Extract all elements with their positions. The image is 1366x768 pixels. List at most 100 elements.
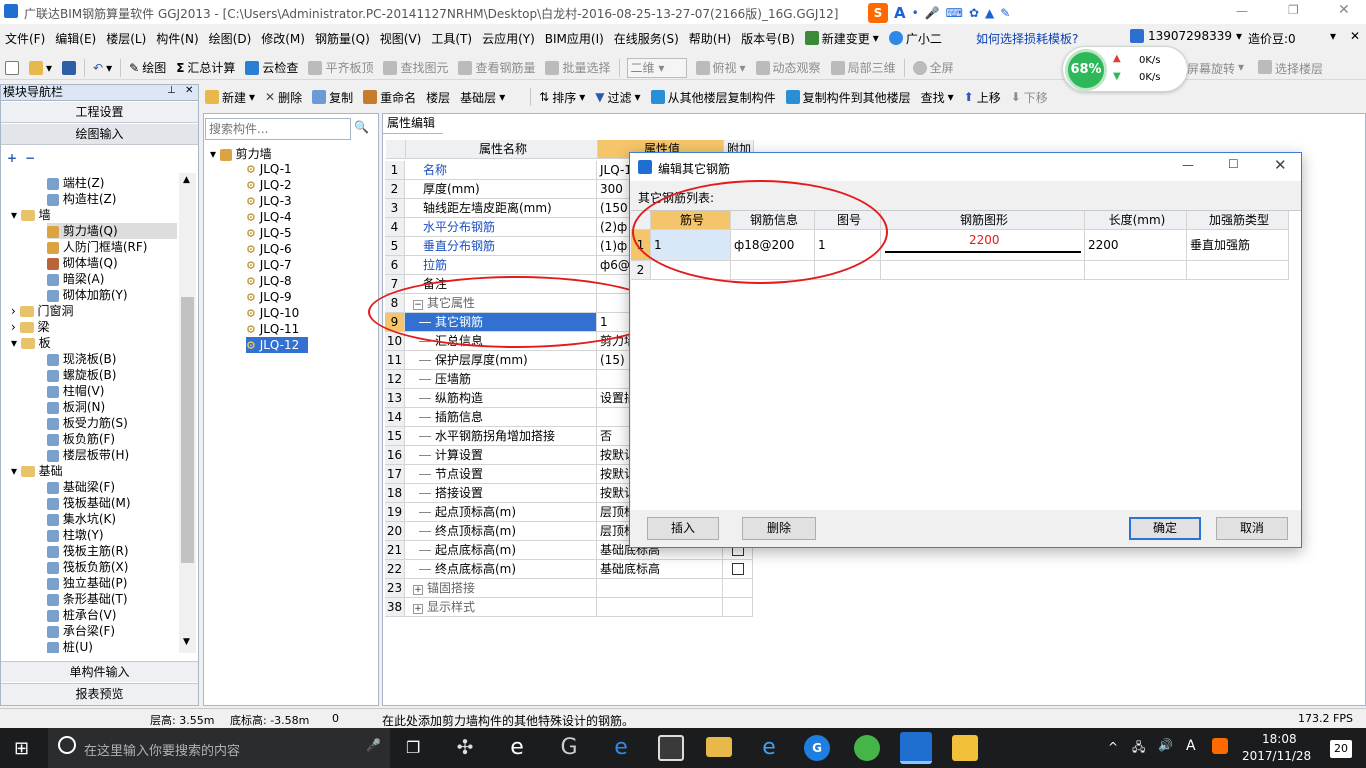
prop-name-cell[interactable]: 拉筋 xyxy=(405,256,597,275)
edge-icon[interactable]: e xyxy=(608,735,634,761)
nav-item[interactable]: 条形基础(T) xyxy=(47,591,128,607)
rebar-type-cell[interactable]: 垂直加强筋 xyxy=(1187,230,1289,261)
component-item-selected[interactable]: ⚙ JLQ-12 xyxy=(246,337,308,353)
rebar-fig-cell[interactable]: 1 xyxy=(815,230,881,261)
prop-name-cell[interactable]: + 显示样式 xyxy=(405,598,597,617)
ime-dot-icon[interactable]: • xyxy=(912,6,919,20)
dialog-minimize-button[interactable]: — xyxy=(1182,158,1194,172)
tray-network-icon[interactable]: 🖧 xyxy=(1132,738,1145,759)
nav-item[interactable]: 承台梁(F) xyxy=(47,623,115,639)
component-search-input[interactable] xyxy=(205,118,351,140)
prop-name-cell[interactable]: 插筋信息 xyxy=(405,408,597,427)
local-3d-button[interactable]: 局部三维 xyxy=(826,57,901,79)
cancel-button[interactable]: 取消 xyxy=(1216,517,1288,540)
rename-button[interactable]: 重命名 xyxy=(358,86,421,108)
task-view-icon[interactable]: ❐ xyxy=(406,738,420,757)
tray-time[interactable]: 18:08 xyxy=(1262,732,1297,746)
menu-floor[interactable]: 楼层(L) xyxy=(101,27,151,49)
select-floor-button[interactable]: 选择楼层 xyxy=(1258,60,1323,77)
menu-bim[interactable]: BIM应用(I) xyxy=(540,27,609,49)
menu-view[interactable]: 视图(V) xyxy=(375,27,427,49)
nav-item[interactable]: 构造柱(Z) xyxy=(47,191,116,207)
nav-item[interactable]: 筏板基础(M) xyxy=(47,495,131,511)
prop-name-cell[interactable]: 压墙筋 xyxy=(405,370,597,389)
scroll-down-icon[interactable]: ▼ xyxy=(183,637,190,647)
nav-item[interactable]: 楼层板带(H) xyxy=(47,447,129,463)
prop-name-cell[interactable]: 终点顶标高(m) xyxy=(405,522,597,541)
nav-folder[interactable]: › 门窗洞 xyxy=(11,303,73,319)
menu-file[interactable]: 文件(F) xyxy=(0,27,50,49)
nav-folder[interactable]: ▾ 板 xyxy=(11,335,51,351)
nav-item[interactable]: 板负筋(F) xyxy=(47,431,115,447)
view-rebar-button[interactable]: 查看钢筋量 xyxy=(453,57,540,79)
nav-scrollbar[interactable]: ▲ ▼ xyxy=(179,173,196,653)
nav-item[interactable]: 暗梁(A) xyxy=(47,271,104,287)
memory-gauge[interactable]: 68% xyxy=(1065,49,1107,91)
menu-help[interactable]: 帮助(H) xyxy=(684,27,736,49)
floor-select[interactable]: 基础层 ▾ xyxy=(455,86,527,108)
ime-a-icon[interactable]: A xyxy=(894,4,906,22)
store-icon[interactable] xyxy=(658,735,684,761)
expand-icon[interactable]: + xyxy=(413,604,423,614)
file-explorer-icon[interactable] xyxy=(706,737,732,757)
rebar-bar-no-cell[interactable]: 1 xyxy=(651,230,731,261)
ie-edge-icon[interactable]: e xyxy=(504,735,530,761)
delete-button[interactable]: 删除 xyxy=(742,517,816,540)
skin-icon[interactable]: ✿ xyxy=(969,6,979,20)
prop-name-cell[interactable]: 起点底标高(m) xyxy=(405,541,597,560)
close-button[interactable]: ✕ xyxy=(1338,2,1350,18)
tray-sogou-icon[interactable] xyxy=(1212,738,1228,754)
collapse-all-icon[interactable]: − xyxy=(25,151,35,165)
tray-up-arrow-icon[interactable]: ^ xyxy=(1108,740,1118,754)
component-item[interactable]: ⚙ JLQ-2 xyxy=(246,177,366,193)
property-tab[interactable]: 属性编辑 xyxy=(383,114,443,134)
keyboard-icon[interactable]: ⌨ xyxy=(946,6,963,20)
rebar-info-cell[interactable] xyxy=(731,261,815,280)
new-file-button[interactable] xyxy=(0,57,24,79)
sort-button[interactable]: ⇅ 排序 ▾ xyxy=(534,86,590,108)
move-up-button[interactable]: ⬆ 上移 xyxy=(959,86,1006,108)
new-component-button[interactable]: 新建 ▾ xyxy=(200,86,260,108)
rebar-length-cell[interactable] xyxy=(1085,261,1187,280)
checkbox[interactable] xyxy=(732,563,744,575)
expand-icon[interactable]: + xyxy=(413,585,423,595)
top-view-button[interactable]: 俯视 ▾ xyxy=(691,57,751,79)
nav-item[interactable]: 筏板负筋(X) xyxy=(47,559,128,575)
windows-start-icon[interactable]: ⊞ xyxy=(14,738,29,759)
green-app-icon[interactable] xyxy=(854,735,880,761)
rebar-fig-cell[interactable] xyxy=(815,261,881,280)
rebar-shape-cell[interactable]: 2200 xyxy=(881,230,1085,261)
prop-value-cell[interactable] xyxy=(597,598,723,617)
price-bean[interactable]: 造价豆:0 xyxy=(1248,30,1296,47)
component-item[interactable]: ⚙ JLQ-8 xyxy=(246,273,366,289)
minimize-button[interactable]: — xyxy=(1236,4,1248,18)
menu-modify[interactable]: 修改(M) xyxy=(256,27,310,49)
mic-icon[interactable]: 🎤 xyxy=(925,6,940,20)
component-item[interactable]: ⚙ JLQ-5 xyxy=(246,225,366,241)
menu-draw[interactable]: 绘图(D) xyxy=(204,27,257,49)
nav-item[interactable]: 柱帽(V) xyxy=(47,383,104,399)
component-item[interactable]: ⚙ JLQ-11 xyxy=(246,321,366,337)
fullscreen-button[interactable]: 全屏 xyxy=(908,57,959,79)
component-item[interactable]: ⚙ JLQ-10 xyxy=(246,305,366,321)
restore-button[interactable]: ❐ xyxy=(1288,3,1299,17)
open-button[interactable]: ▾ xyxy=(24,57,57,79)
tray-date[interactable]: 2017/11/28 xyxy=(1242,749,1311,763)
component-item[interactable]: ⚙ JLQ-1 xyxy=(246,161,366,177)
menu-pin-icon[interactable]: ▾ xyxy=(1330,29,1336,43)
prop-name-cell[interactable]: 水平分布钢筋 xyxy=(405,218,597,237)
menu-component[interactable]: 构件(N) xyxy=(151,27,203,49)
prop-name-cell[interactable]: 计算设置 xyxy=(405,446,597,465)
tray-volume-icon[interactable]: 🔊 xyxy=(1158,738,1173,752)
single-input-button[interactable]: 单构件输入 xyxy=(1,661,198,682)
prop-name-cell[interactable]: − 其它属性 xyxy=(405,294,597,313)
rebar-bar-no-cell[interactable] xyxy=(651,261,731,280)
dynamic-view-button[interactable]: 动态观察 xyxy=(751,57,826,79)
prop-value-cell[interactable]: 基础底标高 xyxy=(597,560,723,579)
find-button[interactable]: 查找 ▾ xyxy=(916,86,959,108)
report-preview-button[interactable]: 报表预览 xyxy=(1,683,198,705)
shirt-icon[interactable]: ▲ xyxy=(985,6,994,20)
fan-app-icon[interactable]: ✣ xyxy=(452,735,478,761)
wrench-icon[interactable]: ✎ xyxy=(1000,6,1010,20)
rebar-type-cell[interactable] xyxy=(1187,261,1289,280)
